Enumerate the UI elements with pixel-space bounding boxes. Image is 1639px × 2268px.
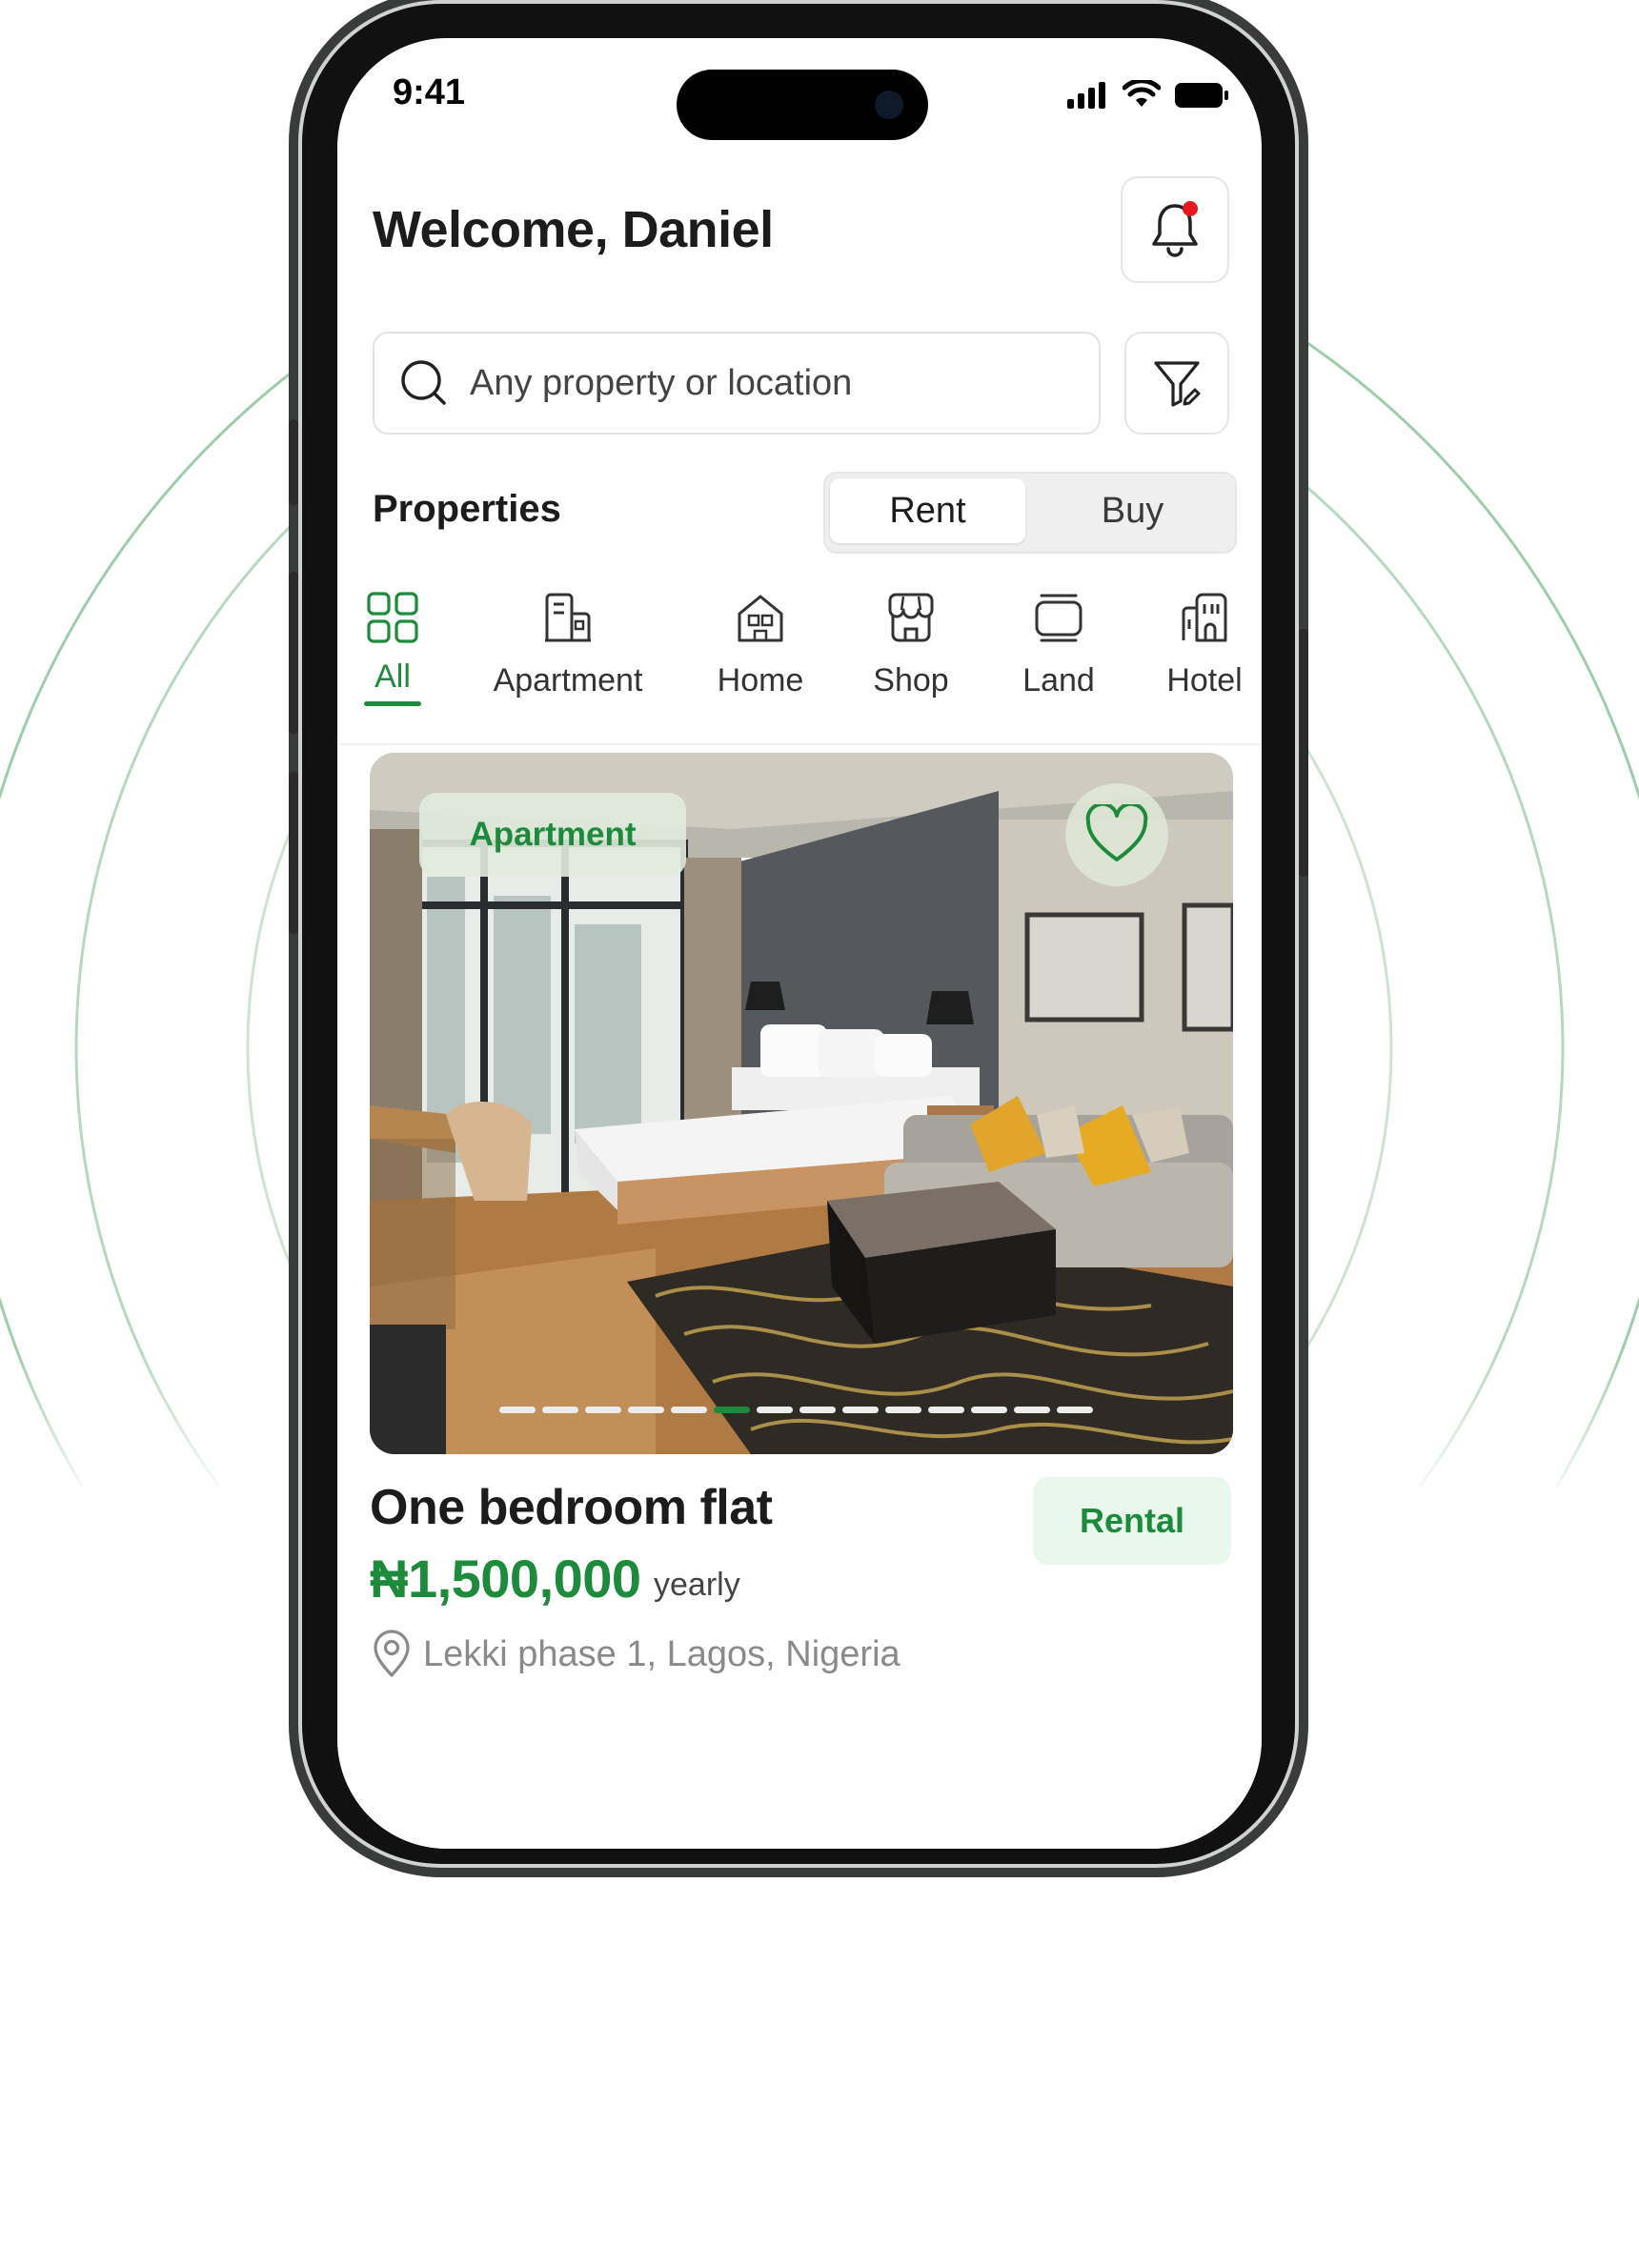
location-pin-icon (374, 1630, 410, 1677)
carousel-dot[interactable] (971, 1407, 1007, 1413)
heart-icon (1085, 804, 1148, 861)
wifi-icon (1123, 80, 1161, 107)
active-tab-underline (364, 701, 421, 706)
shop-icon (888, 593, 934, 642)
category-label: Shop (873, 662, 949, 699)
app-screen: 9:41 Welcome, Daniel Any property or loc… (337, 38, 1262, 1849)
divider (337, 743, 1262, 745)
home-icon (738, 595, 783, 642)
category-apartment[interactable]: Apartment (492, 591, 644, 699)
category-tabs: All Apartment Home Shop Land Hotel (337, 591, 1262, 734)
status-icons (1067, 80, 1229, 109)
grid-icon (367, 592, 418, 643)
phone-side-button (289, 572, 298, 734)
property-type-tag: Apartment (419, 793, 686, 877)
phone-side-button (289, 419, 298, 505)
carousel-dot[interactable] (928, 1407, 964, 1413)
carousel-dot[interactable] (542, 1407, 578, 1413)
listing-price: ₦1,500,000 (370, 1549, 641, 1609)
favorite-button[interactable] (1065, 783, 1168, 886)
carousel-dot[interactable] (1014, 1407, 1050, 1413)
carousel-dot-active[interactable] (714, 1407, 750, 1413)
phone-side-button (1299, 629, 1308, 877)
category-all[interactable]: All (364, 591, 421, 706)
category-label: All (374, 658, 411, 695)
carousel-indicators (499, 1407, 1093, 1413)
carousel-dot[interactable] (499, 1407, 536, 1413)
filter-button[interactable] (1124, 332, 1229, 435)
apartment-icon (545, 593, 591, 642)
signal-icon (1067, 82, 1105, 109)
carousel-dot[interactable] (671, 1407, 707, 1413)
listing-location: Lekki phase 1, Lagos, Nigeria (370, 1630, 900, 1679)
category-label: Hotel (1166, 662, 1243, 699)
listing-title[interactable]: One bedroom flat (370, 1479, 773, 1536)
listing-photo[interactable]: Apartment (370, 753, 1233, 1454)
phone-side-button (289, 772, 298, 934)
carousel-dot[interactable] (585, 1407, 621, 1413)
properties-heading: Properties (373, 488, 561, 530)
category-label: Home (717, 662, 804, 699)
battery-icon (1175, 83, 1228, 108)
category-hotel[interactable]: Hotel (1157, 591, 1252, 699)
land-icon (1035, 594, 1083, 642)
carousel-dot[interactable] (757, 1407, 793, 1413)
search-input[interactable]: Any property or location (373, 332, 1101, 435)
bell-icon (1152, 201, 1198, 257)
rent-buy-toggle: Rent Buy (823, 472, 1237, 554)
category-home[interactable]: Home (703, 591, 818, 699)
category-label: Land (1022, 662, 1095, 699)
search-icon (401, 360, 446, 405)
filter-icon (1154, 361, 1201, 407)
carousel-dot[interactable] (885, 1407, 921, 1413)
carousel-dot[interactable] (628, 1407, 664, 1413)
search-placeholder: Any property or location (470, 362, 853, 403)
rent-tab[interactable]: Rent (830, 478, 1025, 543)
category-label: Apartment (493, 662, 643, 699)
category-shop[interactable]: Shop (865, 591, 957, 699)
category-land[interactable]: Land (1016, 591, 1102, 699)
carousel-dot[interactable] (1057, 1407, 1093, 1413)
rental-badge: Rental (1033, 1477, 1231, 1565)
price-period: yearly (654, 1567, 740, 1603)
dynamic-island (677, 70, 928, 140)
buy-tab[interactable]: Buy (1035, 478, 1230, 543)
location-text: Lekki phase 1, Lagos, Nigeria (423, 1633, 900, 1674)
carousel-dot[interactable] (842, 1407, 879, 1413)
status-time: 9:41 (393, 72, 466, 112)
carousel-dot[interactable] (799, 1407, 836, 1413)
hotel-icon (1182, 593, 1227, 642)
welcome-heading: Welcome, Daniel (373, 201, 774, 258)
notification-button[interactable] (1121, 176, 1229, 283)
